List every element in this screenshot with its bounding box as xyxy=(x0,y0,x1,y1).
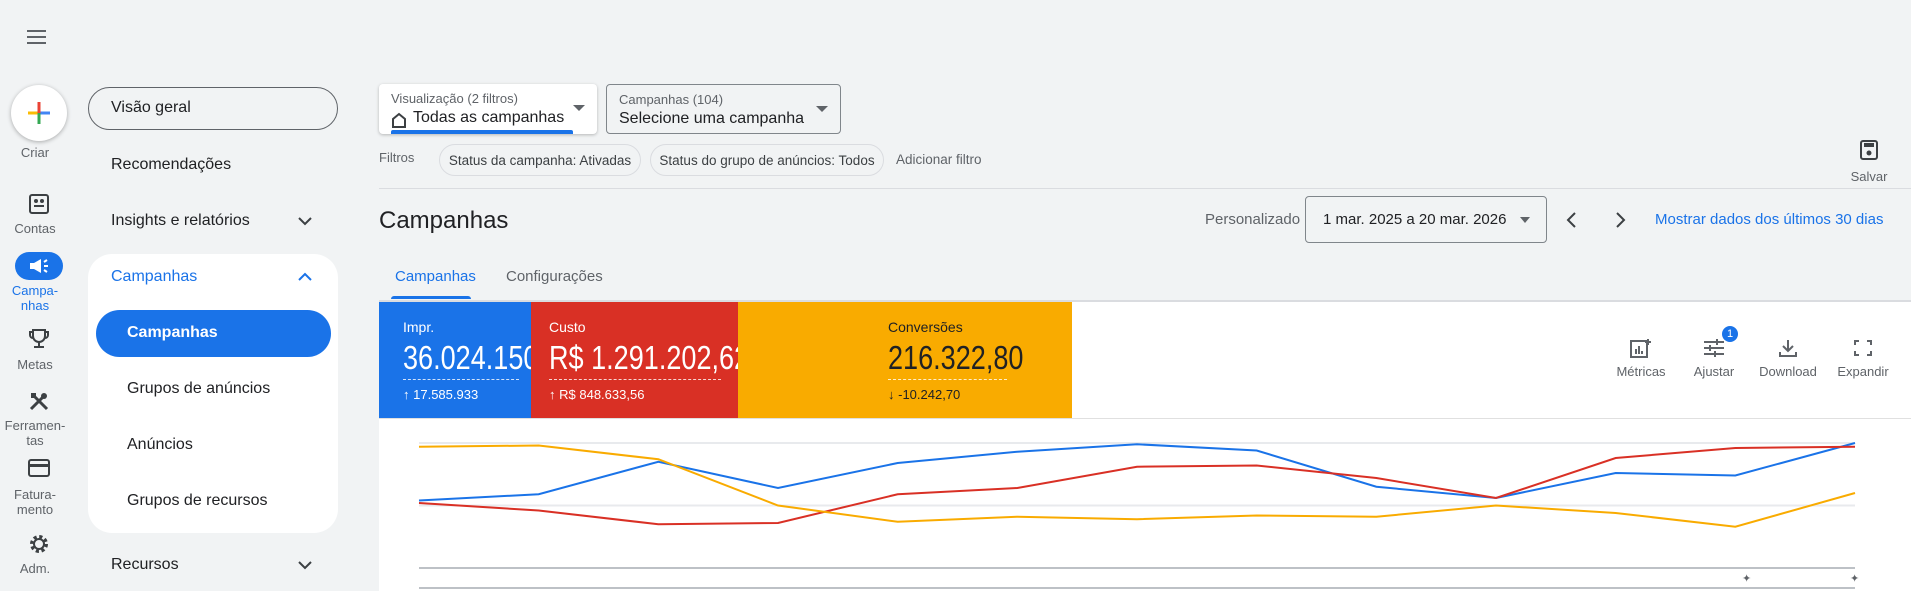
series-line-Conversões xyxy=(418,444,1856,528)
rail-item-tools[interactable]: Ferramen- tas xyxy=(0,418,70,448)
chevron-down-icon[interactable] xyxy=(296,212,314,230)
metrics-button[interactable]: Métricas xyxy=(1606,338,1676,379)
date-range-picker[interactable]: 1 mar. 2025 a 20 mar. 2026 xyxy=(1305,196,1547,243)
metric-card-conversions[interactable]: Conversões 216.322,80 ↓ -10.242,70 xyxy=(738,302,1072,418)
nav-campaigns-group[interactable]: Campanhas xyxy=(111,268,197,286)
accounts-icon[interactable] xyxy=(23,192,55,216)
campaign-dropdown[interactable]: Campanhas (104) Selecione uma campanha xyxy=(606,84,841,134)
view-dropdown-label: Visualização (2 filtros) xyxy=(391,91,518,106)
date-preset-label: Personalizado xyxy=(1205,211,1301,228)
nav-insights[interactable]: Insights e relatórios xyxy=(111,212,250,230)
download-icon xyxy=(1779,340,1797,357)
gear-icon[interactable] xyxy=(23,532,55,556)
filter-chip-adgroup-status[interactable]: Status do grupo de anúncios: Todos xyxy=(650,144,884,176)
filter-chip-campaign-status[interactable]: Status da campanha: Ativadas xyxy=(439,144,641,176)
series-line-Impr. xyxy=(418,442,1856,502)
home-icon xyxy=(392,112,406,128)
nav-sub-ads[interactable]: Anúncios xyxy=(127,436,193,454)
rail-item-accounts[interactable]: Contas xyxy=(0,221,70,236)
download-button[interactable]: Download xyxy=(1753,338,1823,379)
metric-delta: -10.242,70 xyxy=(898,387,961,402)
filters-label: Filtros xyxy=(379,150,415,165)
megaphone-icon[interactable] xyxy=(15,252,63,280)
annotation-sparkle-icon: ✦ xyxy=(1742,573,1751,585)
view-dropdown-value: Todas as campanhas xyxy=(413,109,565,126)
campaign-dropdown-value: Selecione uma campanha xyxy=(619,110,805,127)
plus-icon xyxy=(28,102,50,124)
chevron-right-icon[interactable] xyxy=(1612,210,1628,230)
metric-delta: R$ 848.633,56 xyxy=(559,387,645,402)
rail-item-goals[interactable]: Metas xyxy=(0,357,70,372)
save-label: Salvar xyxy=(1850,169,1888,184)
billing-icon[interactable] xyxy=(23,456,55,480)
campaign-dropdown-label: Campanhas (104) xyxy=(619,92,724,107)
trophy-icon[interactable] xyxy=(23,327,55,351)
metric-delta: 17.585.933 xyxy=(413,387,479,402)
series-line-Custo xyxy=(418,445,1856,526)
performance-chart: ✦ ✦ xyxy=(418,442,1859,589)
metric-card-cost[interactable]: Custo R$ 1.291.202,62 ↑ R$ 848.633,56 xyxy=(531,302,749,418)
tab-settings[interactable]: Configurações xyxy=(506,268,603,285)
tune-icon xyxy=(1704,339,1724,357)
adjust-badge: 1 xyxy=(1722,326,1738,342)
create-button[interactable] xyxy=(11,85,67,141)
create-label: Criar xyxy=(20,145,50,160)
fullscreen-icon xyxy=(1854,340,1872,356)
tools-icon[interactable] xyxy=(23,389,55,413)
rail-item-campaigns[interactable]: Campa- nhas xyxy=(0,283,70,313)
add-chart-icon xyxy=(1630,339,1651,358)
chevron-down-icon[interactable] xyxy=(296,556,314,574)
metric-card-impressions[interactable]: Impr. 36.024.150 ↑ 17.585.933 xyxy=(379,302,538,418)
nav-recommendations[interactable]: Recomendações xyxy=(111,156,231,174)
rail-item-admin[interactable]: Adm. xyxy=(0,561,70,576)
nav-resources[interactable]: Recursos xyxy=(111,556,179,574)
save-icon xyxy=(1860,140,1878,160)
add-filter-button[interactable]: Adicionar filtro xyxy=(896,152,982,167)
expand-button[interactable]: Expandir xyxy=(1828,338,1898,379)
page-title: Campanhas xyxy=(379,207,509,234)
chevron-up-icon[interactable] xyxy=(296,268,314,286)
tab-campaigns[interactable]: Campanhas xyxy=(395,268,476,285)
hamburger-icon xyxy=(27,30,46,44)
nav-sub-asset-groups[interactable]: Grupos de recursos xyxy=(127,492,268,510)
date-range-value: 1 mar. 2025 a 20 mar. 2026 xyxy=(1323,211,1507,228)
nav-sub-ad-groups[interactable]: Grupos de anúncios xyxy=(127,380,270,398)
adjust-button[interactable]: Ajustar xyxy=(1679,338,1749,379)
chevron-left-icon[interactable] xyxy=(1564,210,1580,230)
menu-button[interactable] xyxy=(27,28,51,46)
last-30-days-link[interactable]: Mostrar dados dos últimos 30 dias xyxy=(1655,211,1883,228)
annotation-sparkle-icon: ✦ xyxy=(1850,573,1859,585)
nav-sub-campaigns[interactable]: Campanhas xyxy=(127,324,218,342)
rail-item-billing[interactable]: Fatura- mento xyxy=(0,487,70,517)
save-button[interactable]: Salvar xyxy=(1846,140,1892,184)
nav-overview-label: Visão geral xyxy=(111,99,191,116)
view-dropdown[interactable]: Visualização (2 filtros) Todas as campan… xyxy=(379,84,597,134)
